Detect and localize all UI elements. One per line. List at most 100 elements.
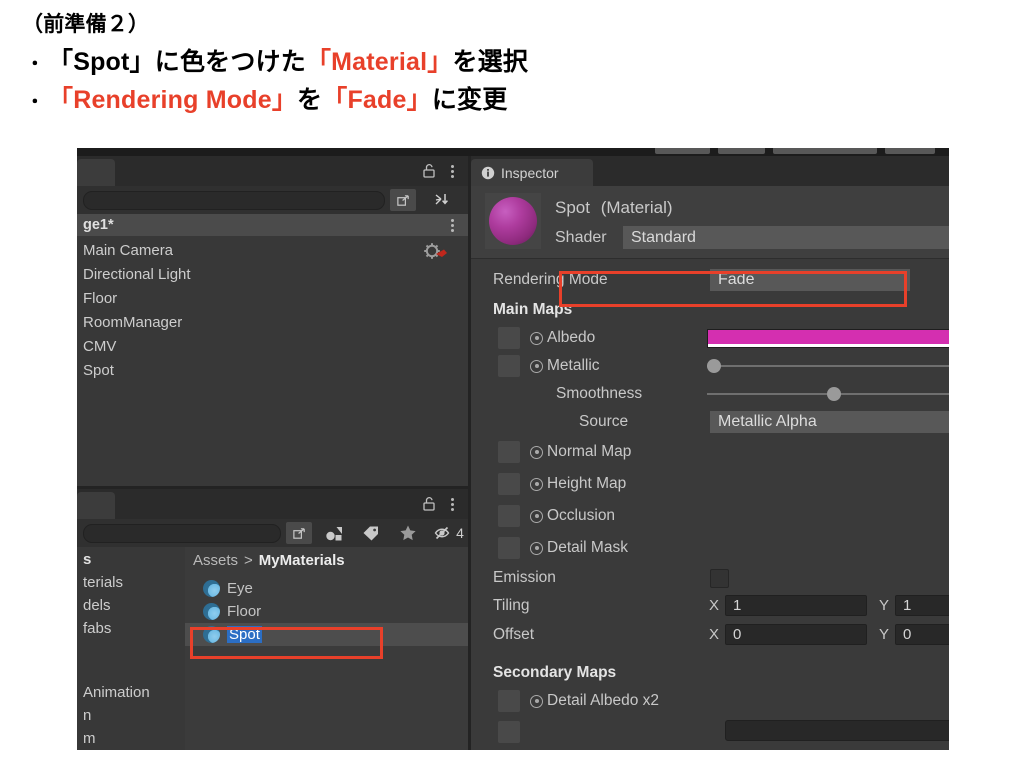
offset-x-axis-label: X xyxy=(709,626,720,643)
tab-hierarchy[interactable] xyxy=(77,159,115,186)
toolbar-button-4[interactable] xyxy=(885,148,935,154)
hierarchy-search-input[interactable] xyxy=(83,191,385,210)
breadcrumb-root[interactable]: Assets xyxy=(193,552,238,569)
unity-toolbar-strip xyxy=(77,148,949,156)
expand-icon[interactable] xyxy=(390,189,416,211)
texture-slot-occlusion[interactable] xyxy=(498,505,520,527)
texture-slot-partial[interactable] xyxy=(498,721,520,743)
slider-knob[interactable] xyxy=(707,359,721,373)
offset-y-input[interactable]: 0 xyxy=(895,624,949,645)
tiling-y-value: 1 xyxy=(903,597,912,614)
hierarchy-item-roommanager[interactable]: RoomManager xyxy=(83,310,182,334)
offset-y-value: 0 xyxy=(903,626,912,643)
tiling-x-input[interactable]: 1 xyxy=(725,595,867,616)
hierarchy-item-cmv[interactable]: CMV xyxy=(83,334,116,358)
project-panel: 4 s terials dels fabs Animation n m Asse… xyxy=(77,486,468,750)
toolbar-button-1[interactable] xyxy=(655,148,710,154)
expand-toggle-icon[interactable] xyxy=(530,445,543,459)
hierarchy-item-label: CMV xyxy=(83,337,117,355)
hierarchy-panel: ge1* Main Camera Directional Light Floor… xyxy=(77,156,468,486)
albedo-color-swatch[interactable] xyxy=(707,329,949,348)
texture-slot-detail-mask[interactable] xyxy=(498,537,520,559)
expand-icon[interactable] xyxy=(286,522,312,544)
type-filter-icon[interactable] xyxy=(317,522,351,544)
expand-toggle-icon[interactable] xyxy=(530,694,543,708)
sort-descending-icon[interactable] xyxy=(426,189,456,211)
folder-tree-label: terials xyxy=(83,573,124,591)
smoothness-source-dropdown[interactable]: Metallic Alpha xyxy=(710,411,949,433)
folder-tree-label: fabs xyxy=(83,619,112,637)
rendering-mode-label: Rendering Mode xyxy=(493,271,608,288)
expand-toggle-icon[interactable] xyxy=(530,541,543,555)
hierarchy-item-floor[interactable]: Floor xyxy=(83,286,117,310)
list-item[interactable]: Eye xyxy=(203,577,468,600)
expand-toggle-icon[interactable] xyxy=(530,331,543,345)
material-icon xyxy=(203,580,220,597)
metallic-slider[interactable] xyxy=(707,359,949,373)
project-asset-browser: Assets > MyMaterials Eye Floor Spot xyxy=(185,547,468,750)
shader-value: Standard xyxy=(631,228,696,246)
rendering-mode-dropdown[interactable]: Fade xyxy=(710,269,910,291)
bullet-1-part-2-highlight: 「Material」 xyxy=(305,48,453,76)
project-menu-icon[interactable] xyxy=(445,496,459,512)
tiling-y-input[interactable]: 1 xyxy=(895,595,949,616)
hierarchy-item-main-camera[interactable]: Main Camera xyxy=(83,238,173,262)
smoothness-slider[interactable] xyxy=(707,387,949,401)
label-filter-icon[interactable] xyxy=(354,522,388,544)
bullet-2-part-3-highlight: 「Fade」 xyxy=(322,86,432,114)
property-label: Normal Map xyxy=(547,443,632,460)
emission-checkbox[interactable] xyxy=(710,569,729,588)
slide-page: （前準備２） ・ 「Spot」に色をつけた 「Material」 を選択 ・ 「… xyxy=(0,0,1024,768)
tab-inspector[interactable]: Inspector xyxy=(471,159,593,186)
property-row-normal-map: Normal Map xyxy=(471,438,949,466)
toolbar-button-3[interactable] xyxy=(773,148,877,154)
property-row-detail-mask: Detail Mask xyxy=(471,534,949,562)
texture-slot-height-map[interactable] xyxy=(498,473,520,495)
lock-icon[interactable] xyxy=(421,163,437,179)
tab-project[interactable] xyxy=(77,492,115,519)
expand-toggle-icon[interactable] xyxy=(530,509,543,523)
scene-menu-icon[interactable] xyxy=(445,217,459,233)
folder-tree-item[interactable]: m xyxy=(83,726,96,750)
list-item[interactable]: Floor xyxy=(203,600,468,623)
source-value: Metallic Alpha xyxy=(718,413,817,430)
folder-tree-item[interactable]: terials xyxy=(83,570,123,594)
folder-tree-item[interactable]: fabs xyxy=(83,616,111,640)
folder-tree-item[interactable]: dels xyxy=(83,593,111,617)
hierarchy-menu-icon[interactable] xyxy=(445,163,459,179)
texture-slot-metallic[interactable] xyxy=(498,355,520,377)
texture-slot-detail-albedo[interactable] xyxy=(498,690,520,712)
folder-tree-item[interactable]: Animation xyxy=(83,680,150,704)
list-item[interactable]: Spot xyxy=(185,623,468,646)
slider-track xyxy=(707,365,949,367)
shader-dropdown[interactable]: Standard xyxy=(623,226,949,249)
asset-name: Floor xyxy=(227,603,262,620)
folder-tree-item[interactable]: n xyxy=(83,703,91,727)
prefab-gear-icon xyxy=(420,240,450,262)
left-column: ge1* Main Camera Directional Light Floor… xyxy=(77,156,468,750)
folder-tree-item[interactable]: s xyxy=(83,547,91,571)
material-sphere-icon xyxy=(489,197,537,245)
tiling-x-axis-label: X xyxy=(709,597,720,614)
bullet-1-part-1: 「Spot」に色をつけた xyxy=(48,48,306,76)
partial-input[interactable] xyxy=(725,720,949,741)
unity-editor-window: ge1* Main Camera Directional Light Floor… xyxy=(77,148,949,750)
project-searchbar: 4 xyxy=(77,519,468,547)
hidden-items-icon[interactable]: 4 xyxy=(428,522,470,544)
favorites-star-icon[interactable] xyxy=(391,522,425,544)
project-search-input[interactable] xyxy=(83,524,281,543)
hierarchy-item-spot[interactable]: Spot xyxy=(83,358,114,382)
toolbar-button-2[interactable] xyxy=(718,148,765,154)
expand-toggle-icon[interactable] xyxy=(530,359,543,373)
property-row-tiling: Tiling X 1 Y 1 xyxy=(471,592,949,620)
offset-x-input[interactable]: 0 xyxy=(725,624,867,645)
expand-toggle-icon[interactable] xyxy=(530,477,543,491)
slider-knob[interactable] xyxy=(827,387,841,401)
folder-tree-label: dels xyxy=(83,596,111,614)
texture-slot-albedo[interactable] xyxy=(498,327,520,349)
lock-icon[interactable] xyxy=(421,496,437,512)
scene-root-row[interactable]: ge1* xyxy=(77,214,468,236)
hierarchy-item-directional-light[interactable]: Directional Light xyxy=(83,262,191,286)
offset-x-value: 0 xyxy=(733,626,742,643)
texture-slot-normal-map[interactable] xyxy=(498,441,520,463)
